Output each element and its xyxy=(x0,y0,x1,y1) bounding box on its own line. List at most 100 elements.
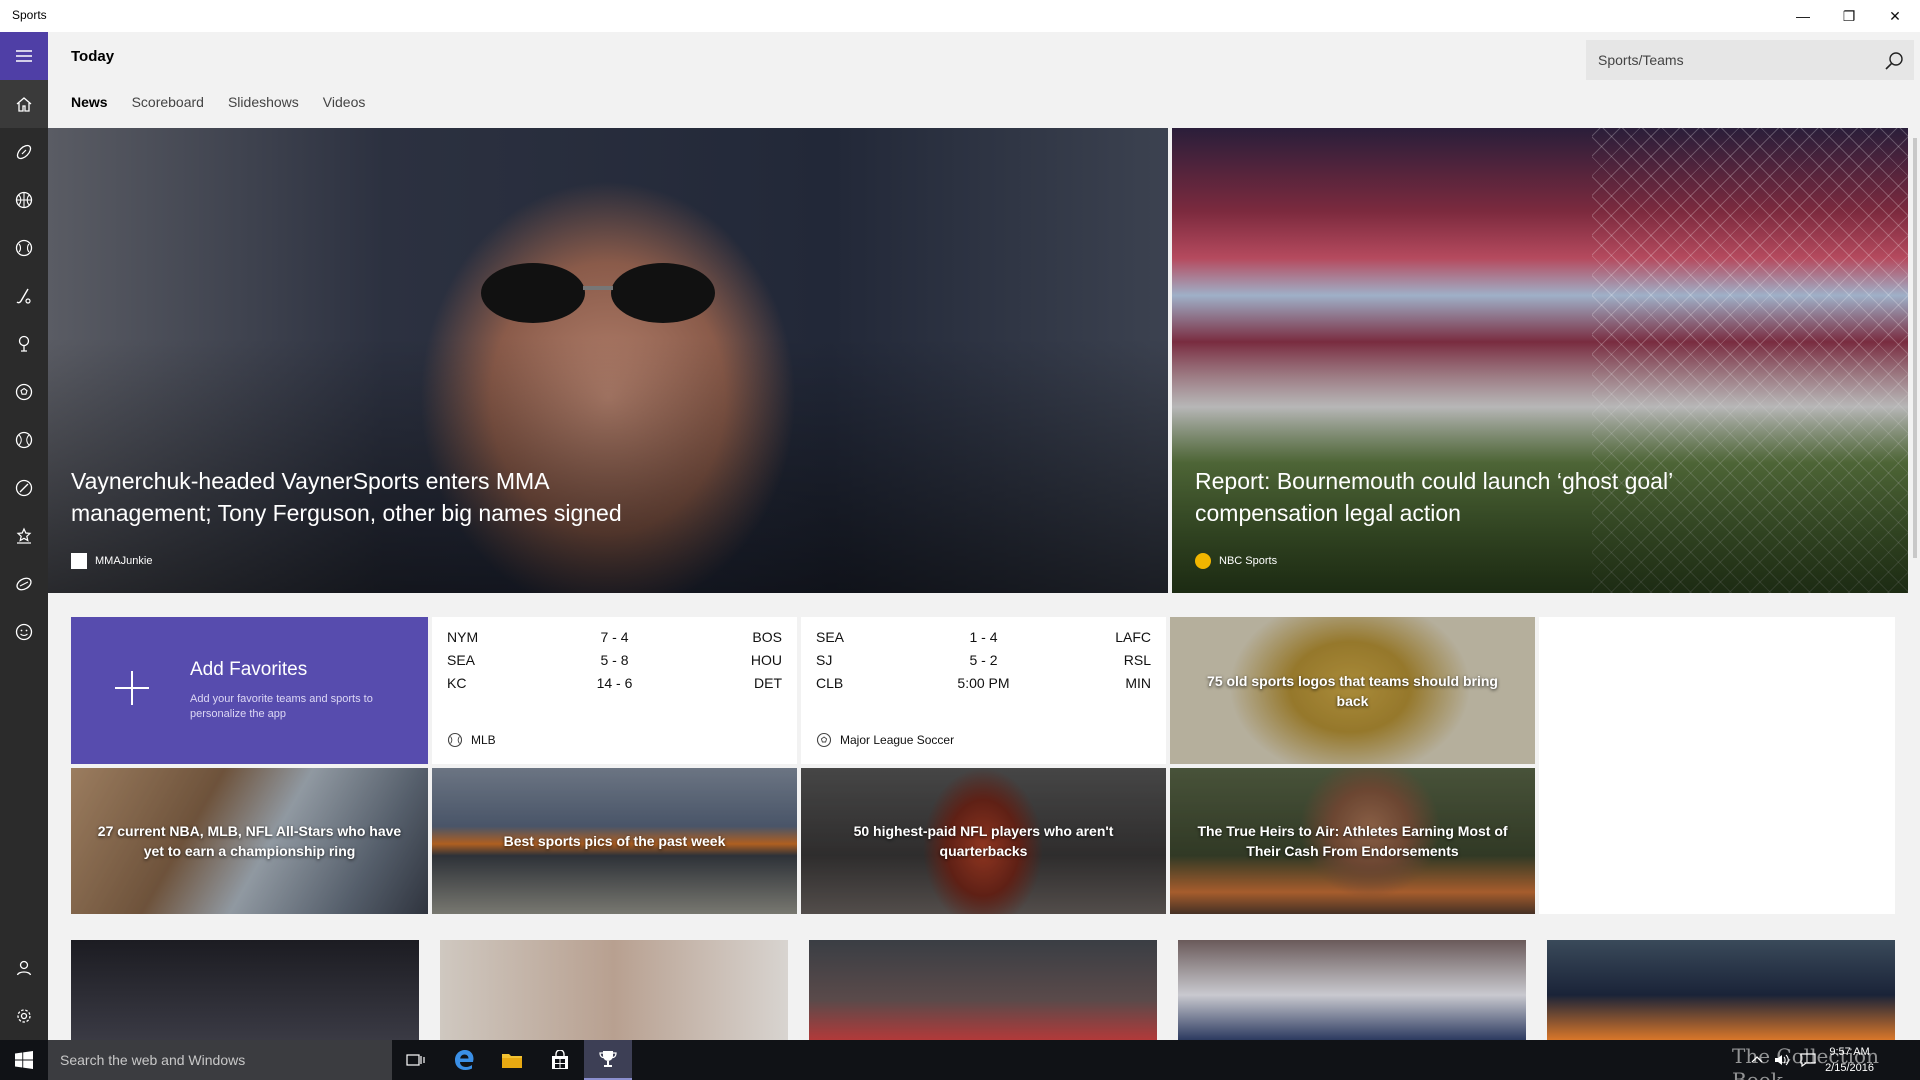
rail-fantasy[interactable] xyxy=(0,608,48,656)
rugby-icon xyxy=(16,577,32,591)
empty-tile xyxy=(1539,617,1895,914)
game-row: SJ 5 - 2 RSL xyxy=(816,652,1151,674)
game-row: KC 14 - 6 DET xyxy=(447,675,782,697)
trophy-icon xyxy=(599,1051,617,1067)
photo-tile-sports-pics[interactable]: Best sports pics of the past week xyxy=(432,768,797,914)
start-button[interactable] xyxy=(0,1040,48,1080)
team-away: BOS xyxy=(752,629,782,645)
rail-soccer[interactable] xyxy=(0,368,48,416)
stars-icon xyxy=(16,527,32,544)
close-button[interactable]: ✕ xyxy=(1872,0,1918,32)
soccer-icon xyxy=(15,383,33,401)
scrollbar-thumb[interactable] xyxy=(1913,138,1917,558)
golf-icon xyxy=(18,335,30,352)
rail-stars[interactable] xyxy=(0,512,48,560)
tile-caption: Best sports pics of the past week xyxy=(503,833,726,849)
game-row: SEA 1 - 4 LAFC xyxy=(816,629,1151,651)
soccer-icon xyxy=(816,732,832,748)
search-input[interactable] xyxy=(1587,41,1867,79)
title-bar: Sports — ❐ ✕ xyxy=(0,0,1920,32)
tab-scoreboard[interactable]: Scoreboard xyxy=(132,94,204,110)
rail-rugby[interactable] xyxy=(0,560,48,608)
story-thumbnail[interactable] xyxy=(440,940,788,1040)
task-view-button[interactable] xyxy=(392,1040,440,1080)
settings-icon xyxy=(17,1009,31,1023)
rail-baseball[interactable] xyxy=(0,224,48,272)
hero-story-mma[interactable]: Vaynerchuk-headed VaynerSports enters MM… xyxy=(48,128,1168,593)
rail-hockey[interactable] xyxy=(0,272,48,320)
source-logo-icon xyxy=(1195,553,1211,569)
page-title: Today xyxy=(71,48,115,65)
taskbar-clock[interactable]: 9:57 AM 2/15/2016 xyxy=(1825,1044,1874,1076)
tab-videos[interactable]: Videos xyxy=(323,94,366,110)
rail-cricket[interactable] xyxy=(0,464,48,512)
rail-settings[interactable] xyxy=(0,992,48,1040)
story-thumbnail[interactable] xyxy=(809,940,1157,1040)
store-button[interactable] xyxy=(536,1040,584,1080)
minimize-button[interactable]: — xyxy=(1780,0,1826,32)
game-score: 7 - 4 xyxy=(600,629,629,645)
rail-golf[interactable] xyxy=(0,320,48,368)
task-view-icon xyxy=(406,1054,425,1066)
rail-basketball[interactable] xyxy=(0,176,48,224)
baseball-icon xyxy=(15,239,33,257)
hero-source: MMAJunkie xyxy=(71,553,152,569)
tab-slideshows[interactable]: Slideshows xyxy=(228,94,299,110)
hamburger-menu-button[interactable] xyxy=(0,32,48,80)
navigation-rail xyxy=(0,32,48,1040)
story-thumbnail[interactable] xyxy=(1178,940,1526,1040)
volume-icon[interactable] xyxy=(1774,1053,1790,1067)
team-away: MIN xyxy=(1125,675,1151,691)
scoreboard-tile-mls[interactable]: SEA 1 - 4 LAFC SJ 5 - 2 RSL CLB 5:00 PM … xyxy=(801,617,1166,764)
story-thumbnail[interactable] xyxy=(71,940,419,1040)
edge-browser-button[interactable] xyxy=(440,1040,488,1080)
photo-tile-endorsements[interactable]: The True Heirs to Air: Athletes Earning … xyxy=(1170,768,1535,914)
tile-caption: 50 highest-paid NFL players who aren't q… xyxy=(853,823,1114,859)
sports-app-button[interactable] xyxy=(584,1040,632,1080)
edge-icon xyxy=(455,1050,474,1070)
rail-account[interactable] xyxy=(0,944,48,992)
maximize-button[interactable]: ❐ xyxy=(1826,0,1872,32)
chevron-up-icon[interactable] xyxy=(1750,1053,1764,1067)
scrollbar[interactable] xyxy=(1910,128,1920,1040)
folder-icon xyxy=(502,1054,522,1068)
notifications-icon[interactable] xyxy=(1800,1053,1816,1067)
game-score: 5:00 PM xyxy=(957,675,1010,691)
hero-story-bournemouth[interactable]: Report: Bournemouth could launch ‘ghost … xyxy=(1172,128,1908,593)
tile-caption: 75 old sports logos that teams should br… xyxy=(1207,672,1498,709)
story-thumbnail[interactable] xyxy=(1547,940,1895,1040)
cricket-icon xyxy=(15,479,33,497)
league-name: MLB xyxy=(471,733,496,747)
favorites-title: Add Favorites xyxy=(190,659,308,680)
game-score: 5 - 8 xyxy=(600,652,629,668)
source-logo-icon xyxy=(71,553,87,569)
fantasy-icon xyxy=(15,623,33,641)
scoreboard-tile-mlb[interactable]: NYM 7 - 4 BOS SEA 5 - 8 HOU KC 14 - 6 DE… xyxy=(432,617,797,764)
taskbar: The Collection Book 9:57 AM 2/15/2016 xyxy=(0,1040,1920,1080)
taskbar-search-input[interactable] xyxy=(48,1040,392,1080)
tennis-icon xyxy=(15,431,33,449)
store-bag-icon xyxy=(552,1050,568,1069)
photo-tile-nfl-players[interactable]: 50 highest-paid NFL players who aren't q… xyxy=(801,768,1166,914)
file-explorer-button[interactable] xyxy=(488,1040,536,1080)
clock-date: 2/15/2016 xyxy=(1825,1062,1874,1074)
photo-tile-old-logos[interactable]: 75 old sports logos that teams should br… xyxy=(1170,617,1535,764)
game-row: CLB 5:00 PM MIN xyxy=(816,675,1151,697)
clock-time: 9:57 AM xyxy=(1829,1046,1870,1058)
rail-tennis[interactable] xyxy=(0,416,48,464)
tile-caption: The True Heirs to Air: Athletes Earning … xyxy=(1197,823,1508,859)
add-favorites-tile[interactable]: Add Favorites Add your favorite teams an… xyxy=(71,617,428,764)
search-box xyxy=(1586,40,1914,80)
tab-news[interactable]: News xyxy=(71,94,108,110)
photo-tile-all-stars[interactable]: 27 current NBA, MLB, NFL All-Stars who h… xyxy=(71,768,428,914)
rail-home[interactable] xyxy=(0,80,48,128)
team-away: DET xyxy=(754,675,782,691)
app-title: Sports xyxy=(12,8,47,22)
rail-football[interactable] xyxy=(0,128,48,176)
windows-logo-icon xyxy=(15,1051,33,1069)
league-label: Major League Soccer xyxy=(816,732,954,748)
content-area: Vaynerchuk-headed VaynerSports enters MM… xyxy=(48,128,1910,1040)
plus-icon xyxy=(115,671,149,705)
hero-headline: Report: Bournemouth could launch ‘ghost … xyxy=(1195,468,1673,526)
search-button[interactable] xyxy=(1881,48,1907,74)
